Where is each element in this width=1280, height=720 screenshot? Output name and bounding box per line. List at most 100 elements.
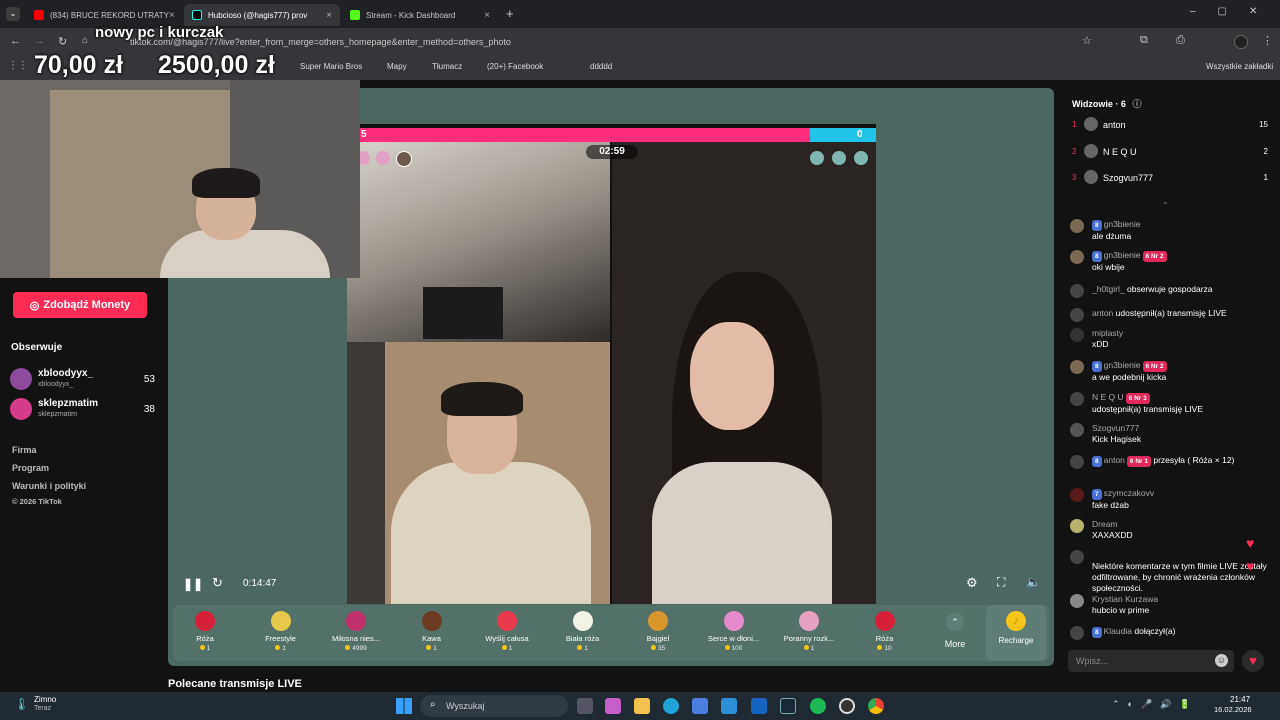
store-icon[interactable] <box>692 698 708 714</box>
chat-username[interactable]: miplasty <box>1092 328 1123 338</box>
steam-icon[interactable] <box>780 698 796 714</box>
extensions-icon[interactable]: ⧉ <box>1140 34 1148 47</box>
chat-username[interactable]: Dream <box>1092 519 1118 529</box>
footer-link-company[interactable]: Firma <box>12 445 37 455</box>
level-badge: 8 <box>1092 627 1102 638</box>
heart-like-button[interactable]: ♥ <box>1242 650 1264 672</box>
apps-icon[interactable]: ⋮⋮ <box>8 60 28 71</box>
back-icon[interactable]: ← <box>10 35 21 47</box>
avatar <box>1070 488 1084 502</box>
chat-username[interactable]: gn3bienie <box>1104 219 1141 229</box>
gift-item[interactable]: Biała róża 1 <box>551 605 615 661</box>
task-view-icon[interactable] <box>577 698 593 714</box>
following-item[interactable]: xbloodyyx_ xbloodyyx_ 53 <box>10 366 155 394</box>
gift-item[interactable]: Poranny rozk... 1 <box>777 605 841 661</box>
tab-search-icon[interactable]: ⌄ <box>6 7 20 21</box>
gift-item[interactable]: Bajgiel 35 <box>626 605 690 661</box>
bookmark-item[interactable]: Mapy <box>387 62 407 71</box>
chat-username[interactable]: _h0tgirl_ <box>1092 284 1125 294</box>
edge-icon[interactable] <box>663 698 679 714</box>
home-icon[interactable]: ⌂ <box>82 35 88 46</box>
gift-name: Róża <box>875 634 894 643</box>
gift-price: 1 <box>249 645 313 652</box>
window-controls[interactable]: –▢✕ <box>1190 6 1279 17</box>
gift-item[interactable]: Freestyle 1 <box>249 605 313 661</box>
chat-username[interactable]: N E Q U <box>1092 392 1124 402</box>
settings-icon[interactable]: ⚙ <box>966 575 978 591</box>
url-field[interactable]: tiktok.com/@hagis777/live?enter_from_mer… <box>120 32 1090 52</box>
close-icon[interactable]: × <box>169 10 175 21</box>
get-coins-button[interactable]: ◎ Zdobądź Monety <box>13 292 147 318</box>
viewer-row[interactable]: 3 Szogvun777 1 <box>1070 170 1270 190</box>
refresh-icon[interactable]: ↻ <box>212 575 223 591</box>
level-badge: 8 <box>1092 361 1102 372</box>
bookmark-item[interactable]: Super Mario Bros <box>300 62 362 71</box>
tray-icons[interactable]: ⌃◐🎤🔊🔋 <box>1112 699 1199 710</box>
gift-name: Wyślij całusa <box>485 634 529 643</box>
gift-more-button[interactable]: ⌃ More <box>935 611 975 657</box>
chat-username[interactable]: anton <box>1104 455 1125 465</box>
chat-username[interactable]: Klaudia <box>1104 626 1132 636</box>
bookmark-item[interactable]: Tłumacz <box>432 62 462 71</box>
gift-icon <box>648 611 668 631</box>
chat-username[interactable]: Szogvun777 <box>1092 423 1139 433</box>
chrome-icon[interactable] <box>868 698 884 714</box>
chat-username[interactable]: Krystian Kurzawa <box>1092 594 1158 604</box>
chat-username[interactable]: gn3bienie <box>1104 250 1141 260</box>
tab-kick[interactable]: Stream - Kick Dashboard × <box>342 4 498 26</box>
tab-youtube[interactable]: (834) BRUCE REKORD UTRATY × <box>26 4 182 26</box>
file-explorer-icon[interactable] <box>634 698 650 714</box>
emoji-icon[interactable]: ☺ <box>1215 654 1228 667</box>
fullscreen-icon[interactable]: ⛶ <box>997 575 1005 590</box>
photos-icon[interactable] <box>721 698 737 714</box>
score-left: 5 <box>361 129 367 140</box>
forward-icon[interactable]: → <box>34 35 45 47</box>
windows-start-icon[interactable] <box>396 698 412 714</box>
gift-item[interactable]: Wyślij całusa 1 <box>475 605 539 661</box>
copilot-icon[interactable] <box>605 698 621 714</box>
bookmark-item[interactable]: (20+) Facebook <box>487 62 543 71</box>
recharge-button[interactable]: ♪ Recharge <box>986 605 1046 661</box>
gift-item[interactable]: Kawa 1 <box>400 605 464 661</box>
gift-item[interactable]: Róża 1 <box>173 605 237 661</box>
viewer-name: N E Q U <box>1103 146 1137 157</box>
print-icon[interactable]: ⎙ <box>1176 34 1185 47</box>
chevron-down-icon[interactable]: ⌄ <box>1162 197 1169 206</box>
close-icon[interactable]: × <box>326 10 332 21</box>
chat-username[interactable]: anton <box>1092 308 1113 318</box>
recharge-label: Recharge <box>998 636 1034 645</box>
chat-username[interactable]: szymczakovv <box>1104 488 1155 498</box>
taskbar-search[interactable]: ⌕ Wyszukaj <box>420 695 568 717</box>
coin-icon: ◎ <box>29 299 40 312</box>
obs-icon[interactable] <box>839 698 855 714</box>
bookmark-folder[interactable]: Wszystkie zakładki <box>1206 62 1273 71</box>
weather-icon[interactable]: 🌡 <box>14 697 29 711</box>
viewer-row[interactable]: 2 N E Q U 2 <box>1070 143 1270 164</box>
close-icon[interactable]: × <box>484 10 490 21</box>
viewer-row[interactable]: 1 anton 15 <box>1070 117 1270 137</box>
footer-link-terms[interactable]: Warunki i polityki <box>12 481 86 491</box>
profile-avatar[interactable] <box>1234 35 1248 49</box>
gift-item[interactable]: Róża 10 <box>853 605 917 661</box>
outlook-icon[interactable] <box>751 698 767 714</box>
chat-input[interactable]: Wpisz... ☺ <box>1068 650 1234 672</box>
pause-icon[interactable]: ❚❚ <box>183 577 203 591</box>
tab-tiktok[interactable]: Hubcioso (@hagis777) prov × <box>184 4 340 26</box>
following-item[interactable]: sklepzmatim sklepzmatim 38 <box>10 396 155 424</box>
spotify-icon[interactable] <box>810 698 826 714</box>
gift-item[interactable]: Serce w dłoni... 100 <box>702 605 766 661</box>
reload-icon[interactable]: ↻ <box>58 35 67 48</box>
clock-time: 21:47 <box>1230 695 1251 704</box>
gift-icon <box>270 611 291 631</box>
new-tab-button[interactable]: + <box>506 6 514 21</box>
info-icon[interactable]: ⓘ <box>1132 99 1141 109</box>
chat-username[interactable]: gn3bienie <box>1104 360 1141 370</box>
bookmark-item[interactable]: ddddd <box>590 62 612 71</box>
avatar <box>1070 360 1084 374</box>
footer-link-program[interactable]: Program <box>12 463 49 473</box>
volume-icon[interactable]: 🔈 <box>1026 575 1041 589</box>
gift-price: 1 <box>551 645 615 652</box>
gift-item[interactable]: Miłosna nies... 4999 <box>324 605 388 661</box>
chat-text: a we podebnij kicka <box>1092 372 1167 382</box>
menu-icon[interactable]: ⋮ <box>1262 34 1273 47</box>
